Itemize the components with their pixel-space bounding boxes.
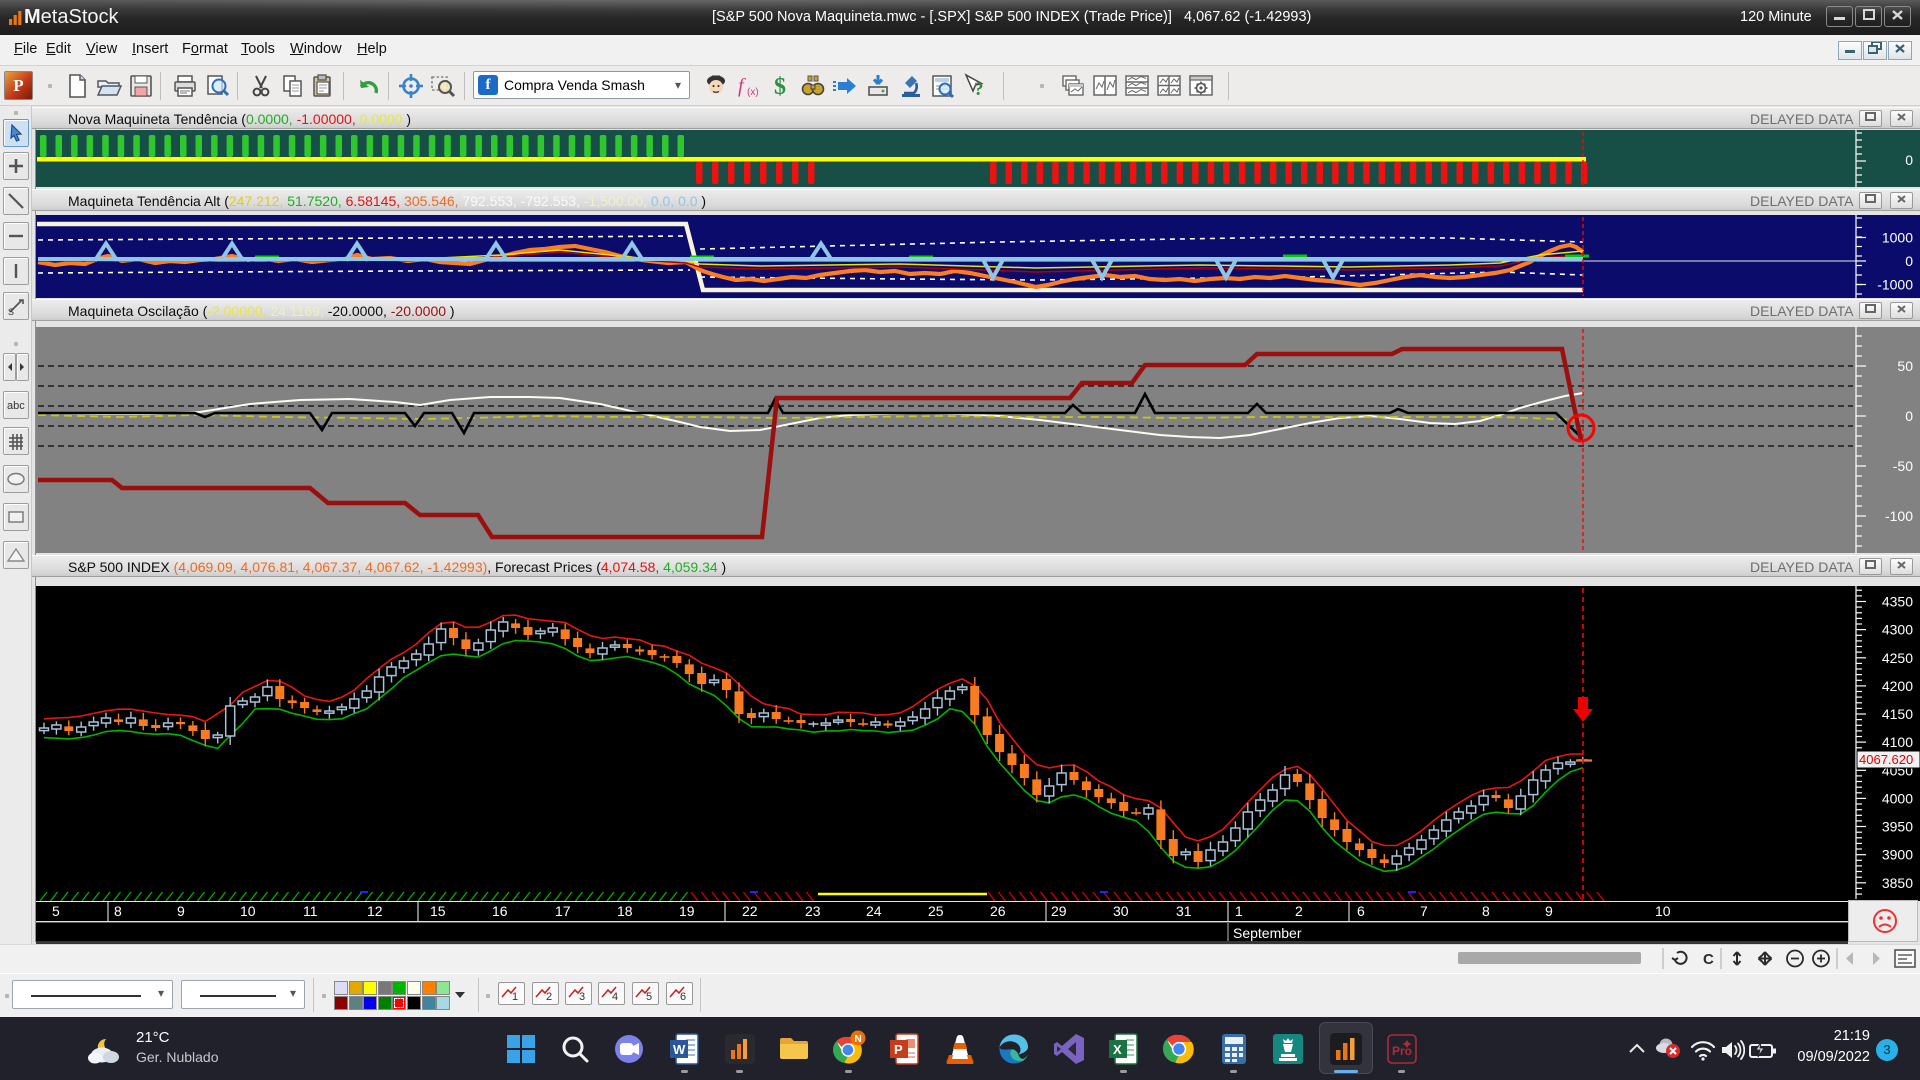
svg-text:0: 0 bbox=[1905, 408, 1913, 424]
svg-text:W: W bbox=[673, 1042, 686, 1057]
svg-text:15: 15 bbox=[430, 903, 446, 919]
svg-text:?: ? bbox=[974, 79, 984, 99]
svg-text:4000: 4000 bbox=[1882, 790, 1913, 806]
svg-text:3850: 3850 bbox=[1882, 875, 1913, 891]
svg-text:30: 30 bbox=[1113, 903, 1129, 919]
svg-text:4150: 4150 bbox=[1882, 706, 1913, 722]
svg-text:24: 24 bbox=[866, 903, 882, 919]
svg-text:4067.620: 4067.620 bbox=[1859, 752, 1913, 767]
svg-text:C: C bbox=[1703, 951, 1714, 968]
svg-text:3900: 3900 bbox=[1882, 847, 1913, 863]
svg-text:-100: -100 bbox=[1885, 508, 1913, 524]
svg-text:3: 3 bbox=[579, 991, 585, 1003]
svg-text:(x): (x) bbox=[747, 87, 759, 98]
svg-text:8: 8 bbox=[1482, 903, 1490, 919]
svg-text:26: 26 bbox=[990, 903, 1006, 919]
svg-text:9: 9 bbox=[1545, 903, 1553, 919]
svg-text:10: 10 bbox=[240, 903, 256, 919]
svg-text:10: 10 bbox=[1655, 903, 1671, 919]
svg-text:8: 8 bbox=[114, 903, 122, 919]
svg-text:4: 4 bbox=[612, 991, 618, 1003]
svg-text:6: 6 bbox=[1357, 903, 1365, 919]
svg-text:4250: 4250 bbox=[1882, 650, 1913, 666]
svg-text:23: 23 bbox=[805, 903, 821, 919]
svg-text:-50: -50 bbox=[1893, 458, 1913, 474]
svg-text:9: 9 bbox=[177, 903, 185, 919]
svg-text:-1000: -1000 bbox=[1877, 277, 1913, 293]
svg-text:22: 22 bbox=[742, 903, 758, 919]
svg-text:12: 12 bbox=[367, 903, 383, 919]
svg-text:5: 5 bbox=[646, 991, 652, 1003]
svg-text:50: 50 bbox=[1897, 358, 1913, 374]
svg-text:31: 31 bbox=[1176, 903, 1192, 919]
svg-text:4100: 4100 bbox=[1882, 734, 1913, 750]
svg-text:0: 0 bbox=[1905, 152, 1913, 168]
svg-text:18: 18 bbox=[617, 903, 633, 919]
svg-text:1: 1 bbox=[1235, 903, 1243, 919]
svg-text:P: P bbox=[894, 1042, 903, 1057]
svg-text:1000: 1000 bbox=[1882, 230, 1913, 246]
svg-text:16: 16 bbox=[492, 903, 508, 919]
svg-text:f: f bbox=[738, 75, 746, 97]
svg-text:1: 1 bbox=[512, 991, 518, 1003]
svg-text:N: N bbox=[855, 1034, 862, 1045]
svg-text:5: 5 bbox=[52, 903, 60, 919]
svg-text:11: 11 bbox=[303, 903, 318, 919]
svg-text:2: 2 bbox=[546, 991, 552, 1003]
svg-text:2: 2 bbox=[1295, 903, 1303, 919]
svg-text:4200: 4200 bbox=[1882, 678, 1913, 694]
svg-text:4350: 4350 bbox=[1882, 594, 1913, 610]
svg-text:Pro: Pro bbox=[1392, 1044, 1412, 1058]
svg-text:4300: 4300 bbox=[1882, 622, 1913, 638]
svg-text:19: 19 bbox=[679, 903, 695, 919]
svg-text:29: 29 bbox=[1051, 903, 1067, 919]
svg-text:S: S bbox=[8, 307, 14, 316]
svg-text:X: X bbox=[1113, 1042, 1122, 1057]
svg-text:17: 17 bbox=[555, 903, 571, 919]
svg-text:6: 6 bbox=[680, 991, 686, 1003]
svg-text:3950: 3950 bbox=[1882, 819, 1913, 835]
svg-text:$: $ bbox=[774, 74, 786, 99]
svg-text:0: 0 bbox=[1905, 253, 1913, 269]
svg-text:7: 7 bbox=[1420, 903, 1428, 919]
svg-text:25: 25 bbox=[928, 903, 944, 919]
